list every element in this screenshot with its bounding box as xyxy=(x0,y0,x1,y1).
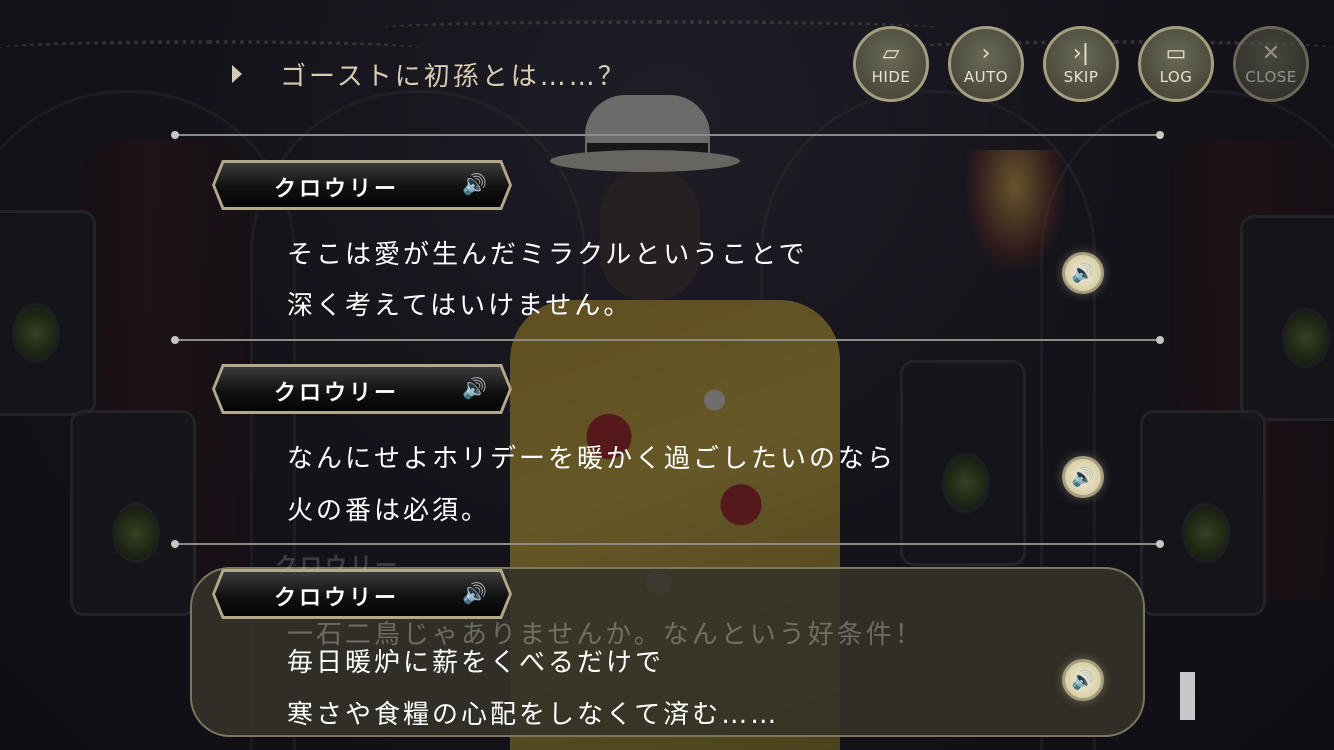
log-button[interactable]: ▭ LOG xyxy=(1138,26,1214,102)
speaker-icon: 🔊 xyxy=(462,172,487,196)
speaker-icon: 🔊 xyxy=(1071,466,1095,488)
hide-icon: ▱ xyxy=(882,41,900,66)
dialogue-line: なんにせよホリデーを暖かく過ごしたいのなら xyxy=(287,444,897,474)
auto-label: AUTO xyxy=(963,68,1009,86)
dialogue-line: 深く考えてはいけません。 xyxy=(287,291,633,321)
close-label: CLOSE xyxy=(1245,68,1297,86)
current-dialogue-line: 寒さや食糧の心配をしなくて済む…… xyxy=(287,700,780,730)
voice-replay-button[interactable]: 🔊 xyxy=(1062,252,1104,294)
speaker-icon: 🔊 xyxy=(462,376,487,400)
current-speaker-name: クロウリー xyxy=(274,586,400,611)
log-divider xyxy=(171,540,1164,548)
speaker-icon: 🔊 xyxy=(1071,669,1095,691)
dialogue-line: 火の番は必須。 xyxy=(287,496,491,526)
current-speaker-nameplate: クロウリー 🔊 xyxy=(212,569,512,619)
voice-replay-button[interactable]: 🔊 xyxy=(1062,456,1104,498)
speaker-name: クロウリー xyxy=(274,381,400,406)
speaker-nameplate: クロウリー 🔊 xyxy=(212,364,512,414)
triangle-right-icon xyxy=(232,65,242,83)
hide-label: HIDE xyxy=(871,68,911,86)
speaker-nameplate: クロウリー 🔊 xyxy=(212,160,512,210)
hide-button[interactable]: ▱ HIDE xyxy=(853,26,929,102)
log-scrollbar[interactable] xyxy=(1180,672,1195,720)
scene-title: ゴーストに初孫とは……？ xyxy=(232,54,627,94)
speaker-icon: 🔊 xyxy=(462,581,487,605)
auto-button[interactable]: › AUTO xyxy=(948,26,1024,102)
scene-title-text: ゴーストに初孫とは……？ xyxy=(280,61,627,92)
voice-replay-button[interactable]: 🔊 xyxy=(1062,659,1104,701)
log-icon: ▭ xyxy=(1165,41,1187,66)
log-divider xyxy=(171,336,1164,344)
log-label: LOG xyxy=(1159,68,1193,86)
auto-icon: › xyxy=(981,41,991,66)
dialogue-line: そこは愛が生んだミラクルということで xyxy=(287,240,808,270)
skip-label: SKIP xyxy=(1063,68,1099,86)
speaker-name: クロウリー xyxy=(274,177,400,202)
speaker-icon: 🔊 xyxy=(1071,262,1095,284)
skip-icon: ›| xyxy=(1072,41,1090,66)
skip-button[interactable]: ›| SKIP xyxy=(1043,26,1119,102)
close-icon: ✕ xyxy=(1261,41,1281,66)
close-button[interactable]: ✕ CLOSE xyxy=(1233,26,1309,102)
current-dialogue-line: 毎日暖炉に薪をくべるだけで xyxy=(287,648,665,678)
log-divider xyxy=(171,131,1164,139)
